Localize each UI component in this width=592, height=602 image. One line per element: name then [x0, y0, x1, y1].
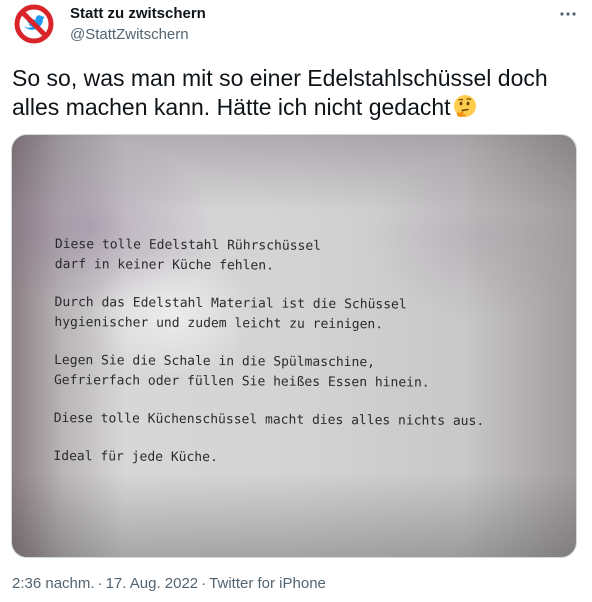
screen-paragraph-1: Diese tolle Edelstahl Rührschüssel darf …	[54, 236, 322, 274]
tweet-source[interactable]: Twitter for iPhone	[209, 575, 326, 592]
tweet-image[interactable]: Diese tolle Edelstahl Rührschüssel darf …	[11, 134, 577, 558]
display-name[interactable]: Statt zu zwitschern	[70, 5, 206, 23]
tweet-meta: 2:36 nachm. · 17. Aug. 2022 · Twitter for iP…	[12, 574, 326, 594]
screen-text: Diese tolle Edelstahl Rührschüssel darf …	[53, 235, 565, 489]
no-twitter-icon	[12, 2, 56, 46]
screen-paragraph-2: Durch das Edelstahl Material ist die Sch…	[54, 294, 407, 333]
tweet-text: So so, was man mit so einer Edelstahlsch…	[12, 64, 587, 122]
avatar[interactable]	[12, 2, 56, 46]
tweet: Statt zu zwitschern @StattZwitschern So …	[0, 0, 592, 602]
tweet-time[interactable]: 2:36 nachm.	[12, 575, 95, 592]
thinking-face-icon	[453, 95, 476, 117]
tweet-date[interactable]: 17. Aug. 2022	[106, 575, 199, 592]
handle[interactable]: @StattZwitschern	[70, 25, 206, 44]
screen-paragraph-3: Legen Sie die Schale in die Spülmaschine…	[53, 352, 430, 391]
meta-separator: ·	[97, 575, 103, 592]
meta-separator: ·	[201, 575, 207, 592]
more-options-button[interactable]	[556, 2, 580, 26]
more-dots-icon	[560, 12, 576, 16]
author-block: Statt zu zwitschern @StattZwitschern	[70, 5, 206, 44]
screen-paragraph-4: Diese tolle Küchenschüssel macht dies al…	[53, 410, 485, 430]
screen-paragraph-5: Ideal für jede Küche.	[53, 448, 218, 466]
